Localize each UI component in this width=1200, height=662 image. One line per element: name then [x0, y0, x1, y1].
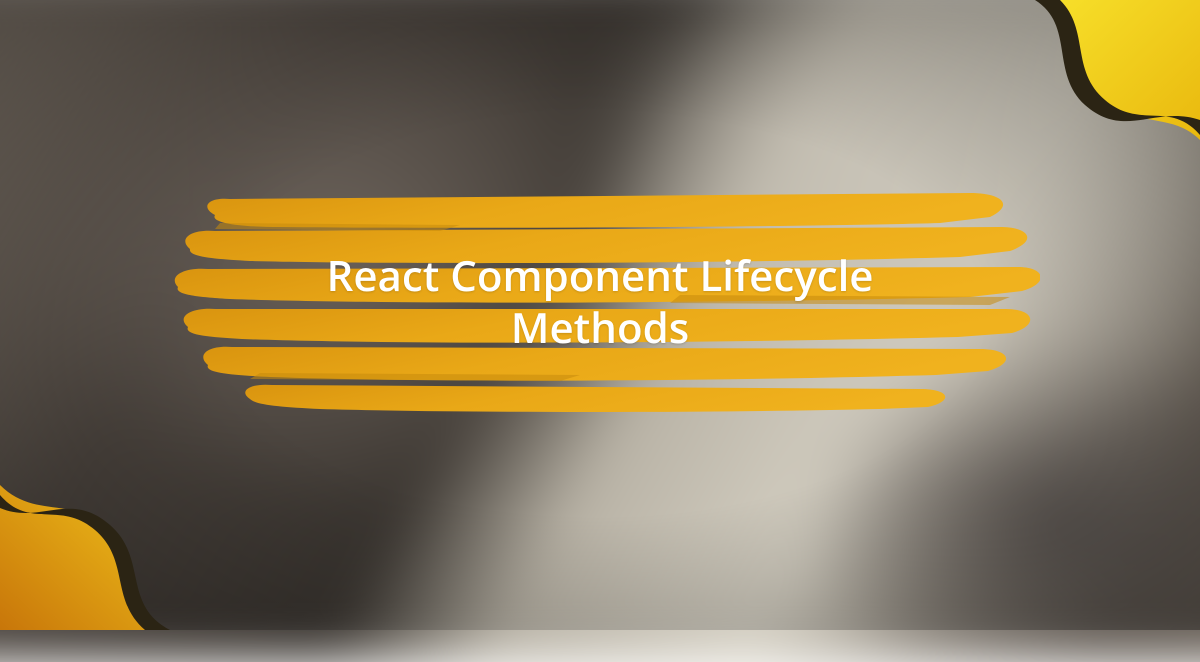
- title-banner: React Component Lifecycle Methods: [160, 187, 1040, 417]
- banner-title: React Component Lifecycle Methods: [160, 187, 1040, 417]
